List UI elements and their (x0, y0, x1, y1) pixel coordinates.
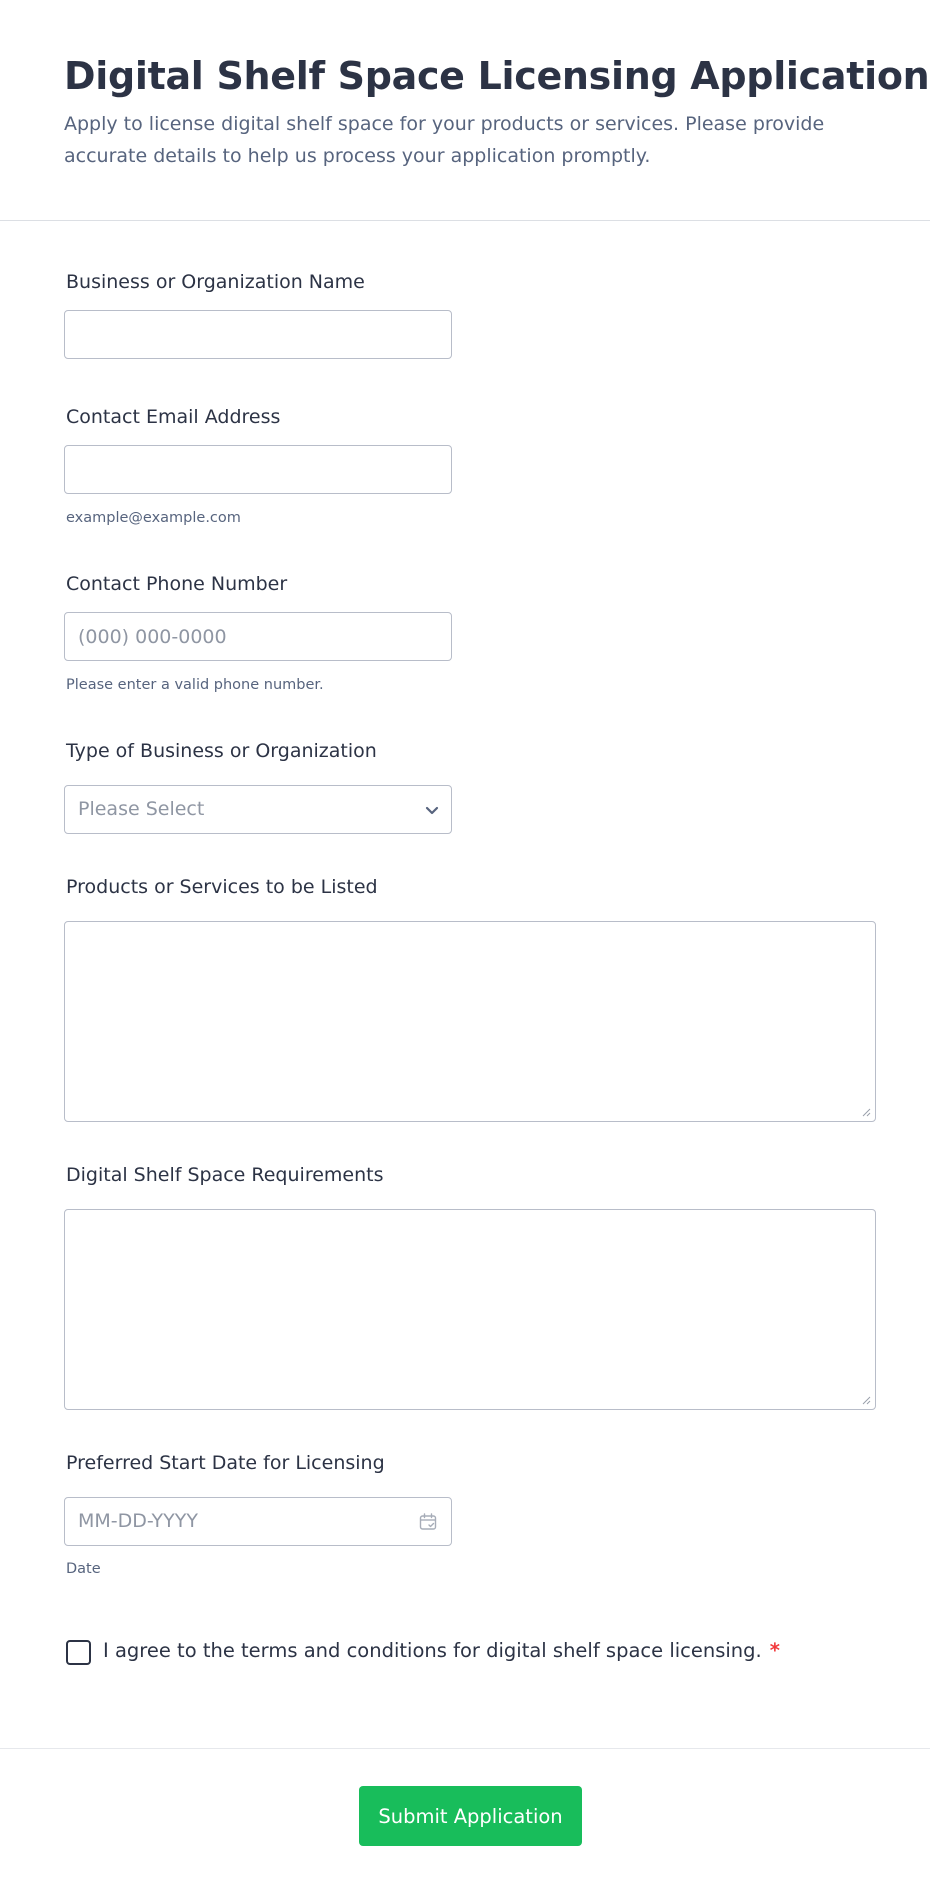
business-type-selected: Please Select (78, 798, 205, 820)
products-textarea[interactable] (64, 921, 876, 1122)
form-header: Digital Shelf Space Licensing Applicatio… (0, 0, 930, 221)
required-marker: * (769, 1639, 780, 1662)
agreement-text: I agree to the terms and conditions for … (103, 1639, 762, 1662)
start-date-sublabel: Date (66, 1561, 101, 1577)
chevron-down-icon (425, 806, 439, 815)
business-name-label: Business or Organization Name (66, 271, 365, 293)
business-type-label: Type of Business or Organization (66, 740, 377, 762)
requirements-label: Digital Shelf Space Requirements (66, 1164, 384, 1186)
footer-divider (0, 1748, 930, 1749)
agreement-label[interactable]: I agree to the terms and conditions for … (103, 1639, 780, 1662)
start-date-input[interactable]: MM-DD-YYYY (64, 1497, 452, 1546)
email-label: Contact Email Address (66, 406, 281, 428)
phone-sublabel: Please enter a valid phone number. (66, 677, 324, 693)
start-date-placeholder: MM-DD-YYYY (78, 1510, 198, 1532)
phone-label: Contact Phone Number (66, 573, 288, 595)
email-input[interactable] (64, 445, 452, 494)
agreement-checkbox[interactable] (66, 1640, 91, 1665)
resize-grip-icon[interactable] (861, 1395, 871, 1405)
resize-grip-icon[interactable] (861, 1107, 871, 1117)
page-subtitle: Apply to license digital shelf space for… (64, 113, 825, 167)
phone-input[interactable] (64, 612, 452, 661)
business-name-input[interactable] (64, 310, 452, 359)
email-sublabel: example@example.com (66, 510, 241, 526)
calendar-icon[interactable] (419, 1513, 437, 1531)
submit-button[interactable]: Submit Application (359, 1786, 582, 1846)
products-label: Products or Services to be Listed (66, 876, 378, 898)
business-type-dropdown[interactable]: Please Select (64, 785, 452, 834)
requirements-textarea[interactable] (64, 1209, 876, 1410)
start-date-label: Preferred Start Date for Licensing (66, 1452, 385, 1474)
page-title: Digital Shelf Space Licensing Applicatio… (64, 54, 930, 98)
